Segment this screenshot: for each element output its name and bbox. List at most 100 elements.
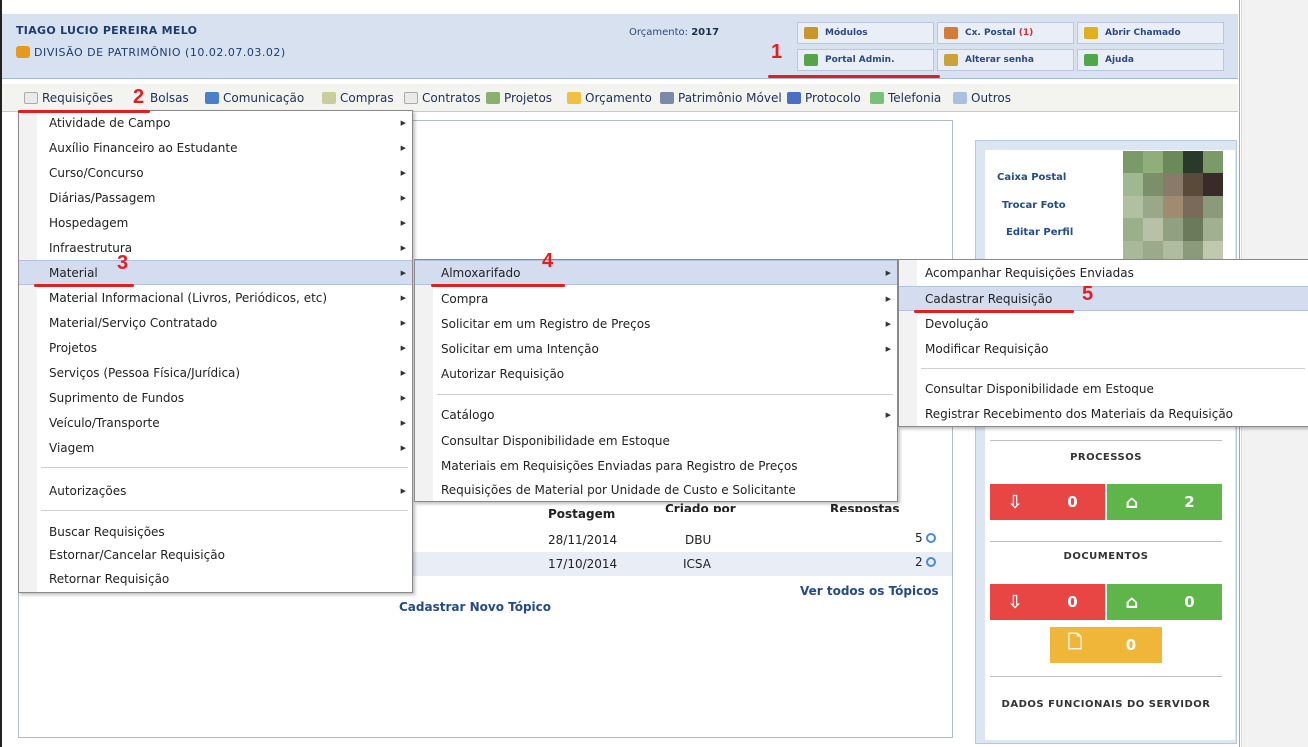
documentos-inbox-button[interactable]: ⇩ 0 bbox=[990, 584, 1105, 620]
home-icon: ⌂ bbox=[1125, 591, 1139, 613]
menu-bolsas[interactable]: Bolsas bbox=[150, 91, 189, 105]
menu-item-hospedagem[interactable]: Hospedagem ▶ bbox=[19, 210, 412, 235]
mailbox-icon bbox=[944, 27, 958, 39]
cart-icon bbox=[322, 92, 336, 104]
communication-icon bbox=[205, 92, 219, 104]
menu-item-veiculo-transporte[interactable]: Veículo/Transporte ▶ bbox=[19, 410, 412, 435]
menu-comunicacao[interactable]: Comunicação bbox=[205, 91, 304, 105]
portal-admin-button[interactable]: Portal Admin. bbox=[797, 49, 934, 71]
menu-item-almoxarifado[interactable]: Almoxarifado ▶ bbox=[415, 260, 897, 285]
avatar bbox=[1123, 151, 1223, 263]
budget-icon bbox=[567, 92, 581, 104]
assets-icon bbox=[660, 92, 674, 104]
chamado-icon bbox=[1084, 27, 1098, 39]
caixa-postal-link[interactable]: Caixa Postal bbox=[997, 172, 1066, 183]
documentos-home-button[interactable]: ⌂ 0 bbox=[1107, 584, 1222, 620]
processos-inbox-button[interactable]: ⇩ 0 bbox=[990, 484, 1105, 520]
menu-item-projetos[interactable]: Projetos ▶ bbox=[19, 335, 412, 360]
menu-item-autorizacoes[interactable]: Autorizações ▶ bbox=[19, 478, 412, 503]
menu-item-curso-concurso[interactable]: Curso/Concurso ▶ bbox=[19, 160, 412, 185]
menu-contratos[interactable]: Contratos bbox=[404, 91, 481, 105]
menu-item-modificar-requisicao[interactable]: Modificar Requisição bbox=[899, 336, 1308, 361]
col-criado-por: Criado por bbox=[665, 502, 736, 512]
submenu-arrow-icon: ▶ bbox=[400, 486, 406, 495]
editar-perfil-link[interactable]: Editar Perfil bbox=[1006, 227, 1073, 238]
cadastrar-novo-topico-link[interactable]: Cadastrar Novo Tópico bbox=[399, 600, 551, 614]
menu-orcamento[interactable]: Orçamento bbox=[567, 91, 652, 105]
menu-item-material-servico-contratado[interactable]: Material/Serviço Contratado ▶ bbox=[19, 310, 412, 335]
annotation-step-5: 5 bbox=[1082, 283, 1094, 305]
menu-item-buscar-requisicoes[interactable]: Buscar Requisições bbox=[19, 519, 412, 544]
menu-item-infraestrutura[interactable]: Infraestrutura ▶ bbox=[19, 235, 412, 260]
row-date: 28/11/2014 bbox=[548, 533, 618, 547]
menu-item-acompanhar-requisicoes[interactable]: Acompanhar Requisições Enviadas bbox=[899, 260, 1308, 285]
menu-item-servicos[interactable]: Serviços (Pessoa Física/Jurídica) ▶ bbox=[19, 360, 412, 385]
menu-item-consultar-estoque[interactable]: Consultar Disponibilidade em Estoque bbox=[899, 376, 1308, 401]
help-icon bbox=[1084, 54, 1098, 66]
budget-label: Orçamento: bbox=[629, 27, 689, 38]
trocar-foto-link[interactable]: Trocar Foto bbox=[1002, 200, 1066, 211]
menu-item-catalogo[interactable]: Catálogo ▶ bbox=[415, 402, 897, 427]
row-author: ICSA bbox=[683, 557, 711, 571]
magnifier-icon[interactable] bbox=[925, 557, 936, 567]
menu-requisicoes[interactable]: Requisições bbox=[24, 91, 113, 105]
menu-patrimonio-movel[interactable]: Patrimônio Móvel bbox=[660, 91, 782, 105]
annotation-step-4: 4 bbox=[542, 250, 554, 272]
col-postagem: Postagem bbox=[548, 507, 616, 521]
menu-item-diarias-passagem[interactable]: Diárias/Passagem ▶ bbox=[19, 185, 412, 210]
menu-item-compra[interactable]: Compra ▶ bbox=[415, 286, 897, 311]
submenu-arrow-icon: ▶ bbox=[400, 418, 406, 427]
submenu-arrow-icon: ▶ bbox=[400, 293, 406, 302]
submenu-arrow-icon: ▶ bbox=[400, 143, 406, 152]
ver-todos-link[interactable]: Ver todos os Tópicos bbox=[800, 584, 939, 598]
abrir-chamado-button[interactable]: Abrir Chamado bbox=[1077, 22, 1224, 44]
ajuda-button[interactable]: Ajuda bbox=[1077, 49, 1224, 71]
menu-item-material[interactable]: Material ▶ bbox=[19, 260, 412, 285]
requisicoes-dropdown: Atividade de Campo ▶ Auxílio Financeiro a… bbox=[18, 110, 413, 593]
submenu-arrow-icon: ▶ bbox=[400, 218, 406, 227]
menu-separator bbox=[41, 467, 408, 468]
menu-item-auxilio-financeiro[interactable]: Auxílio Financeiro ao Estudante ▶ bbox=[19, 135, 412, 160]
menu-item-cadastrar-requisicao[interactable]: Cadastrar Requisição bbox=[899, 286, 1308, 311]
cx-postal-button[interactable]: Cx. Postal (1) bbox=[937, 22, 1074, 44]
menu-item-estornar-cancelar[interactable]: Estornar/Cancelar Requisição bbox=[19, 542, 412, 567]
menu-item-suprimento-de-fundos[interactable]: Suprimento de Fundos ▶ bbox=[19, 385, 412, 410]
modulos-button[interactable]: Módulos bbox=[797, 22, 934, 44]
processos-home-button[interactable]: ⌂ 2 bbox=[1107, 484, 1222, 520]
magnifier-icon[interactable] bbox=[925, 533, 936, 543]
annotation-step-1: 1 bbox=[771, 41, 783, 63]
submenu-arrow-icon: ▶ bbox=[885, 294, 891, 303]
submenu-arrow-icon: ▶ bbox=[400, 318, 406, 327]
menu-item-material-informacional[interactable]: Material Informacional (Livros, Periódic… bbox=[19, 285, 412, 310]
menu-item-intencao[interactable]: Solicitar em uma Intenção ▶ bbox=[415, 336, 897, 361]
menu-item-requisicoes-por-unidade[interactable]: Requisições de Material por Unidade de C… bbox=[415, 477, 897, 502]
menu-item-viagem[interactable]: Viagem ▶ bbox=[19, 435, 412, 460]
menu-telefonia[interactable]: Telefonia bbox=[870, 91, 941, 105]
row-replies[interactable]: 5 bbox=[915, 531, 936, 545]
documentos-pending-button[interactable]: 🗋 0 bbox=[1050, 627, 1162, 663]
submenu-arrow-icon: ▶ bbox=[400, 168, 406, 177]
menu-item-autorizar-requisicao[interactable]: Autorizar Requisição bbox=[415, 361, 897, 386]
menu-item-materiais-registro-precos[interactable]: Materiais em Requisições Enviadas para R… bbox=[415, 453, 897, 478]
inbox-icon: ⇩ bbox=[1007, 491, 1023, 513]
menu-item-atividade-de-campo[interactable]: Atividade de Campo ▶ bbox=[19, 110, 412, 135]
menu-item-registrar-recebimento[interactable]: Registrar Recebimento dos Materiais da R… bbox=[899, 401, 1308, 426]
projects-icon bbox=[486, 92, 500, 104]
annotation-underline bbox=[34, 284, 134, 287]
row-replies[interactable]: 2 bbox=[915, 555, 936, 569]
menu-outros[interactable]: Outros bbox=[953, 91, 1011, 105]
menu-projetos[interactable]: Projetos bbox=[486, 91, 552, 105]
annotation-underline bbox=[18, 110, 150, 113]
budget-info: Orçamento: 2017 bbox=[629, 27, 719, 38]
menu-protocolo[interactable]: Protocolo bbox=[787, 91, 861, 105]
unit-line: DIVISÃO DE PATRIMÔNIO (10.02.07.03.02) bbox=[16, 46, 286, 59]
table-row bbox=[414, 528, 952, 552]
menu-item-devolucao[interactable]: Devolução bbox=[899, 311, 1308, 336]
phone-icon bbox=[870, 92, 884, 104]
menu-item-retornar-requisicao[interactable]: Retornar Requisição bbox=[19, 566, 412, 591]
row-author: DBU bbox=[685, 533, 712, 547]
alterar-senha-button[interactable]: Alterar senha bbox=[937, 49, 1074, 71]
menu-item-consultar-disponibilidade[interactable]: Consultar Disponibilidade em Estoque bbox=[415, 428, 897, 453]
menu-item-registro-de-precos[interactable]: Solicitar em um Registro de Preços ▶ bbox=[415, 311, 897, 336]
menu-compras[interactable]: Compras bbox=[322, 91, 394, 105]
